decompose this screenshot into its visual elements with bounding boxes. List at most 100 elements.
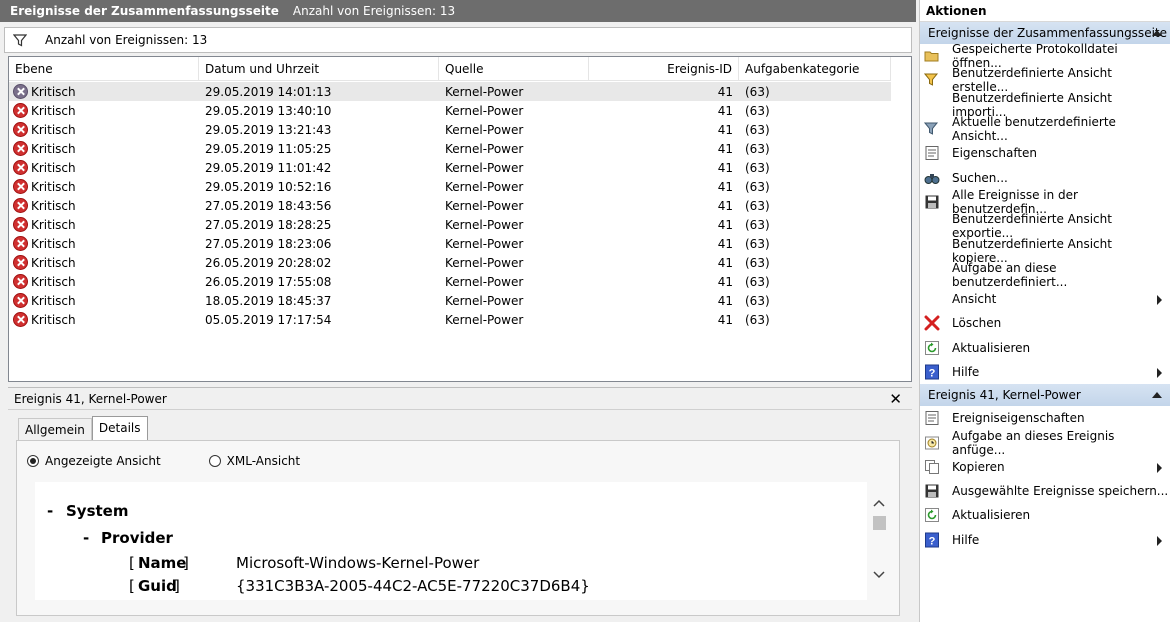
submenu-arrow-icon <box>1157 294 1162 305</box>
table-row[interactable]: Kritisch 27.05.2019 18:28:25 Kernel-Power 4… <box>9 215 891 234</box>
table-row[interactable]: Kritisch 29.05.2019 13:21:43 Kernel-Power 4… <box>9 120 891 139</box>
filter-icon <box>13 34 27 47</box>
name-value: Microsoft-Windows-Kernel-Power <box>236 554 480 572</box>
critical-icon <box>13 274 28 289</box>
table-row[interactable]: Kritisch 29.05.2019 10:52:16 Kernel-Power 4… <box>9 177 891 196</box>
cell-date: 18.05.2019 18:45:37 <box>205 293 332 308</box>
table-row[interactable]: Kritisch 29.05.2019 14:01:13 Kernel-Power 4… <box>9 82 891 101</box>
column-header-category[interactable]: Aufgabenkategorie <box>739 57 891 81</box>
table-row[interactable]: Kritisch 27.05.2019 18:43:56 Kernel-Power 4… <box>9 196 891 215</box>
action-ereigniseigenschaften[interactable]: Ereigniseigenschaften <box>920 406 1170 430</box>
name-key: Name <box>138 554 187 572</box>
cell-category: (63) <box>745 198 770 213</box>
action-eigenschaften[interactable]: Eigenschaften <box>920 141 1170 165</box>
detail-scrollbar[interactable] <box>869 482 889 600</box>
collapse-icon[interactable] <box>1152 392 1162 399</box>
cell-event-id: 41 <box>717 236 733 251</box>
table-row[interactable]: Kritisch 27.05.2019 18:23:06 Kernel-Power 4… <box>9 234 891 253</box>
table-header: Ebene Datum und Uhrzeit Quelle Ereignis-… <box>9 57 891 81</box>
column-header-level[interactable]: Ebene <box>9 57 199 81</box>
table-row[interactable]: Kritisch 29.05.2019 11:01:42 Kernel-Power 4… <box>9 158 891 177</box>
view-mode-options: Angezeigte Ansicht XML-Ansicht <box>27 454 348 468</box>
table-row[interactable]: Kritisch 18.05.2019 18:45:37 Kernel-Power 4… <box>9 291 891 310</box>
action-ansicht[interactable]: Ansicht <box>920 287 1170 311</box>
submenu-arrow-icon <box>1157 367 1162 378</box>
save-icon <box>925 195 939 209</box>
guid-key: Guid <box>138 577 177 595</box>
tab-details[interactable]: Details <box>91 416 148 440</box>
detail-header: Ereignis 41, Kernel-Power <box>8 388 912 410</box>
help-icon: ? <box>925 364 939 380</box>
level-label: Kritisch <box>31 179 76 194</box>
cell-event-id: 41 <box>717 293 733 308</box>
cell-category: (63) <box>745 179 770 194</box>
action-aufgabe-an-diese-benutzerdefiniert[interactable]: Aufgabe an diese benutzerdefiniert... <box>920 261 1170 289</box>
column-header-source[interactable]: Quelle <box>439 57 589 81</box>
cell-level: Kritisch <box>9 217 199 232</box>
tab-general[interactable]: Allgemein <box>18 418 92 440</box>
provider-toggle[interactable]: - <box>83 529 89 547</box>
column-header-event-id[interactable]: Ereignis-ID <box>589 57 739 81</box>
actions-section-event[interactable]: Ereignis 41, Kernel-Power <box>920 384 1170 407</box>
event-xml-view: - System - Provider [ Name ] Microsoft-W… <box>35 482 867 600</box>
action-hilfe[interactable]: ? Hilfe <box>920 528 1170 552</box>
action-löschen[interactable]: Löschen <box>920 311 1170 335</box>
table-row[interactable]: Kritisch 26.05.2019 17:55:08 Kernel-Power 4… <box>9 272 891 291</box>
scroll-down-icon[interactable] <box>872 568 886 582</box>
radio-unselected-icon <box>208 455 221 467</box>
detail-title: Ereignis 41, Kernel-Power <box>14 391 167 406</box>
action-alle-ereignisse-in-der-benutzerdefin[interactable]: Alle Ereignisse in der benutzerdefin... <box>920 188 1170 216</box>
event-list[interactable]: Ebene Datum und Uhrzeit Quelle Ereignis-… <box>8 56 912 382</box>
action-label: Löschen <box>952 316 1002 331</box>
cell-source: Kernel-Power <box>445 217 524 232</box>
action-aufgabe-an-dieses-ereignis-anfüge[interactable]: Aufgabe an dieses Ereignis anfüge... <box>920 429 1170 457</box>
table-row[interactable]: Kritisch 29.05.2019 13:40:10 Kernel-Power 4… <box>9 101 891 120</box>
collapse-icon[interactable] <box>1152 30 1162 36</box>
column-header-date[interactable]: Datum und Uhrzeit <box>199 57 439 81</box>
level-label: Kritisch <box>31 84 76 99</box>
critical-icon <box>13 293 28 308</box>
task-icon <box>925 436 939 450</box>
critical-icon <box>13 103 28 118</box>
section-title: Ereignis 41, Kernel-Power <box>928 388 1081 403</box>
radio-friendly-view[interactable]: Angezeigte Ansicht <box>27 454 161 468</box>
action-gespeicherte-protokolldatei-öffnen[interactable]: Gespeicherte Protokolldatei öffnen... <box>920 42 1170 70</box>
system-toggle[interactable]: - <box>47 502 53 520</box>
action-suchen[interactable]: Suchen... <box>920 165 1170 189</box>
actions-pane: Aktionen Ereignisse der Zusammenfassungs… <box>919 0 1170 622</box>
action-hilfe[interactable]: ? Hilfe <box>920 360 1170 384</box>
cell-category: (63) <box>745 312 770 327</box>
event-count: Anzahl von Ereignissen: 13 <box>292 4 456 18</box>
cell-source: Kernel-Power <box>445 198 524 213</box>
table-row[interactable]: Kritisch 05.05.2019 17:17:54 Kernel-Power 4… <box>9 310 891 329</box>
cell-date: 26.05.2019 20:28:02 <box>205 255 332 270</box>
action-aktuelle-benutzerdefinierte-ansicht[interactable]: Aktuelle benutzerdefinierte Ansicht... <box>920 115 1170 143</box>
action-benutzerdefinierte-ansicht-kopiere[interactable]: Benutzerdefinierte Ansicht kopiere... <box>920 237 1170 265</box>
provider-node: Provider <box>101 529 173 547</box>
close-icon[interactable]: ✕ <box>889 390 902 408</box>
action-aktualisieren[interactable]: Aktualisieren <box>920 503 1170 527</box>
action-benutzerdefinierte-ansicht-erstelle[interactable]: Benutzerdefinierte Ansicht erstelle... <box>920 66 1170 94</box>
scroll-thumb[interactable] <box>873 516 886 530</box>
action-kopieren[interactable]: Kopieren <box>920 455 1170 479</box>
action-benutzerdefinierte-ansicht-importi[interactable]: Benutzerdefinierte Ansicht importi... <box>920 91 1170 119</box>
actions-list-summary: Gespeicherte Protokolldatei öffnen... Ben… <box>920 42 1170 384</box>
actions-section-summary[interactable]: Ereignisse der Zusammenfassungsseite <box>920 22 1170 44</box>
table-row[interactable]: Kritisch 29.05.2019 11:05:25 Kernel-Power 4… <box>9 139 891 158</box>
action-ausgewählte-ereignisse-speichern[interactable]: Ausgewählte Ereignisse speichern... <box>920 479 1170 503</box>
action-benutzerdefinierte-ansicht-exportie[interactable]: Benutzerdefinierte Ansicht exportie... <box>920 212 1170 240</box>
filter-text: Anzahl von Ereignissen: 13 <box>45 33 208 47</box>
scroll-up-icon[interactable] <box>872 496 886 510</box>
submenu-arrow-icon <box>1157 535 1162 546</box>
radio-xml-view[interactable]: XML-Ansicht <box>208 454 300 468</box>
cell-category: (63) <box>745 122 770 137</box>
critical-icon <box>13 312 28 327</box>
cell-level: Kritisch <box>9 84 199 99</box>
critical-icon <box>13 160 28 175</box>
properties-icon <box>925 411 939 426</box>
level-label: Kritisch <box>31 122 76 137</box>
table-row[interactable]: Kritisch 26.05.2019 20:28:02 Kernel-Power 4… <box>9 253 891 272</box>
action-aktualisieren[interactable]: Aktualisieren <box>920 336 1170 360</box>
guid-bracket-open: [ <box>129 577 135 595</box>
cell-category: (63) <box>745 217 770 232</box>
